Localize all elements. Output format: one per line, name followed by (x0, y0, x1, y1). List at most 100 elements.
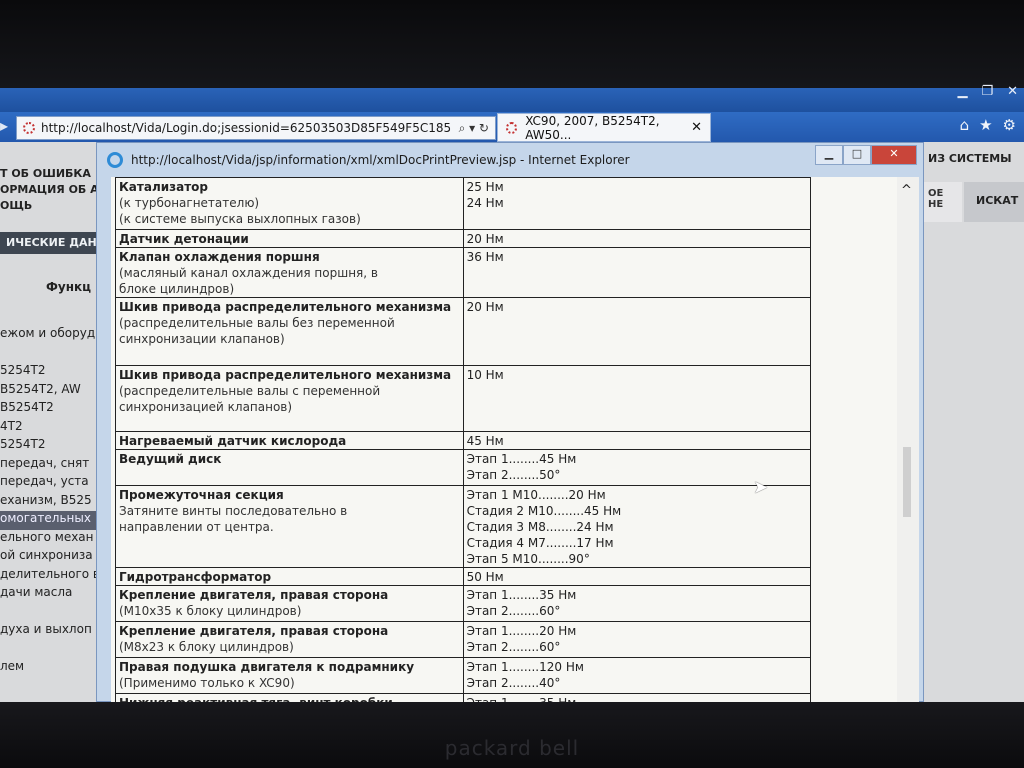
torque-value: Этап 1........35 Нм (466, 588, 577, 602)
component-cell: Правая подушка двигателя к подрамнику (Пр… (115, 657, 464, 694)
left-list-item[interactable]: B5254T2 (0, 400, 104, 419)
table-row: Катализатор (к турбонагнетателю) (к систем… (115, 177, 812, 230)
torque-value: 50 Нм (466, 570, 504, 584)
component-note: синхронизацией клапанов) (119, 400, 293, 414)
left-list-item[interactable]: передач, снят (0, 456, 104, 475)
site-favicon-icon (23, 122, 35, 134)
torque-value-cell: 50 Нм (462, 567, 812, 586)
right-tab[interactable]: ОЕ НЕ (922, 182, 962, 222)
favorites-star-icon[interactable]: ★ (979, 116, 992, 134)
left-list-item[interactable]: ой синхрониза (0, 548, 104, 567)
left-list-item[interactable]: ежом и оборуд (0, 326, 104, 345)
browser-window-controls: ▁ ❐ ✕ (957, 84, 1018, 99)
popup-window-controls: ▁ □ ✕ (815, 145, 917, 165)
table-row: Клапан охлаждения поршня (масляный канал … (115, 247, 812, 298)
left-list-item[interactable] (0, 641, 104, 660)
torque-value: 20 Нм (466, 300, 504, 314)
minimize-icon[interactable]: ▁ (957, 84, 967, 99)
left-list-item[interactable]: 5254T2 (0, 363, 104, 382)
torque-value-cell: Этап 1........35 Нм Этап 2........60° (462, 585, 812, 622)
component-name: Клапан охлаждения поршня (119, 250, 320, 264)
torque-value-cell: 36 Нм (462, 247, 812, 298)
left-list-item[interactable]: передач, уста (0, 474, 104, 493)
left-list-item[interactable]: лем (0, 659, 104, 678)
browser-tab[interactable]: XC90, 2007, B5254T2, AW50... ✕ (497, 113, 711, 142)
torque-value-cell: Этап 1........120 Нм Этап 2........40° (462, 657, 812, 694)
mouse-cursor-icon: ➤ (753, 477, 769, 498)
left-list-item[interactable]: B5254T2, AW (0, 382, 104, 401)
browser-titlebar (0, 88, 1024, 114)
component-note: (M8x23 к блоку цилиндров) (119, 640, 294, 654)
search-tab[interactable]: ИСКАТ (964, 182, 1024, 222)
torque-value: 24 Нм (466, 196, 504, 210)
left-list-item[interactable] (0, 345, 104, 364)
left-list-item[interactable]: омогательных (0, 511, 104, 530)
torque-value-cell: 20 Нм (462, 229, 812, 248)
back-arrow-icon[interactable]: ▸ (0, 116, 8, 135)
left-list-item[interactable]: еханизм, B525 (0, 493, 104, 512)
component-cell: Датчик детонации (115, 229, 464, 248)
left-list-item[interactable]: 5254T2 (0, 437, 104, 456)
home-icon[interactable]: ⌂ (960, 116, 970, 134)
component-note: (распределительные валы без переменной (119, 316, 395, 330)
torque-value: Этап 1........45 Нм (466, 452, 577, 466)
torque-value: 45 Нм (466, 434, 504, 448)
component-note: (M10x35 к блоку цилиндров) (119, 604, 302, 618)
print-preview-window: http://localhost/Vida/jsp/information/xm… (96, 142, 924, 703)
left-section-band[interactable]: ИЧЕСКИЕ ДАН (0, 232, 110, 254)
component-note: синхронизации клапанов) (119, 332, 285, 346)
torque-value-cell: 45 Нм (462, 431, 812, 450)
component-name: Промежуточная секция (119, 488, 284, 502)
close-icon[interactable]: ✕ (1007, 84, 1018, 99)
component-cell: Крепление двигателя, правая сторона (M8x2… (115, 621, 464, 658)
component-name: Шкив привода распределительного механизм… (119, 368, 452, 382)
left-item-list: ежом и оборуд 5254T2 B5254T2, AW B5254T2 4… (0, 326, 104, 678)
scroll-thumb[interactable] (903, 447, 911, 517)
component-cell: Крепление двигателя, правая сторона (M10x… (115, 585, 464, 622)
popup-title: http://localhost/Vida/jsp/information/xm… (131, 153, 630, 167)
address-bar[interactable]: http://localhost/Vida/Login.do;jsessioni… (16, 116, 496, 140)
torque-value: Этап 5 M10........90° (466, 552, 590, 566)
table-row: Ведущий диск Этап 1........45 Нм Этап 2...… (115, 449, 812, 486)
close-button[interactable]: ✕ (871, 145, 917, 165)
component-cell: Промежуточная секция Затяните винты после… (115, 485, 464, 568)
tools-gear-icon[interactable]: ⚙ (1003, 116, 1016, 134)
component-note: (масляный канал охлаждения поршня, в (119, 266, 378, 280)
search-refresh-icon[interactable]: ⌕ ▾ ↻ (459, 121, 495, 136)
left-list-item[interactable]: дачи масла (0, 585, 104, 604)
table-row: Шкив привода распределительного механизм… (115, 365, 812, 432)
component-cell: Катализатор (к турбонагнетателю) (к систем… (115, 177, 464, 230)
left-list-item[interactable]: 4T2 (0, 419, 104, 438)
torque-value: Этап 1........120 Нм (466, 660, 584, 674)
document-content: Катализатор (к турбонагнетателю) (к систем… (111, 177, 897, 703)
tab-close-icon[interactable]: ✕ (691, 120, 710, 135)
minimize-button[interactable]: ▁ (815, 145, 843, 165)
component-cell: Ведущий диск (115, 449, 464, 486)
tab-title: XC90, 2007, B5254T2, AW50... (525, 113, 660, 142)
left-list-item[interactable]: ельного механ (0, 530, 104, 549)
torque-value: Стадия 3 M8........24 Нм (466, 520, 614, 534)
maximize-button[interactable]: □ (843, 145, 871, 165)
component-note: (к системе выпуска выхлопных газов) (119, 212, 361, 226)
restore-icon[interactable]: ❐ (981, 84, 993, 99)
scroll-up-icon[interactable]: ^ (901, 183, 912, 198)
left-function-label: Функц (46, 280, 92, 294)
torque-value: Этап 2........60° (466, 604, 561, 618)
torque-value: Этап 1........20 Нм (466, 624, 577, 638)
component-cell: Нагреваемый датчик кислорода (115, 431, 464, 450)
left-list-item[interactable]: делительного в (0, 567, 104, 586)
component-note: Затяните винты последовательно в (119, 504, 348, 518)
right-tab-line: ОЕ (928, 188, 944, 199)
left-list-item[interactable] (0, 604, 104, 623)
component-name: Катализатор (119, 180, 209, 194)
torque-value: Стадия 4 M7........17 Нм (466, 536, 614, 550)
torque-value: Стадия 2 M10........45 Нм (466, 504, 622, 518)
component-name: Нагреваемый датчик кислорода (119, 434, 347, 448)
vertical-scrollbar[interactable]: ^ (897, 177, 919, 703)
torque-value: Этап 2........60° (466, 640, 561, 654)
left-list-item[interactable]: духа и выхлоп (0, 622, 104, 641)
component-cell: Шкив привода распределительного механизм… (115, 297, 464, 366)
component-note: направлении от центра. (119, 520, 274, 534)
torque-value: 10 Нм (466, 368, 504, 382)
address-url: http://localhost/Vida/Login.do;jsessioni… (41, 121, 452, 135)
